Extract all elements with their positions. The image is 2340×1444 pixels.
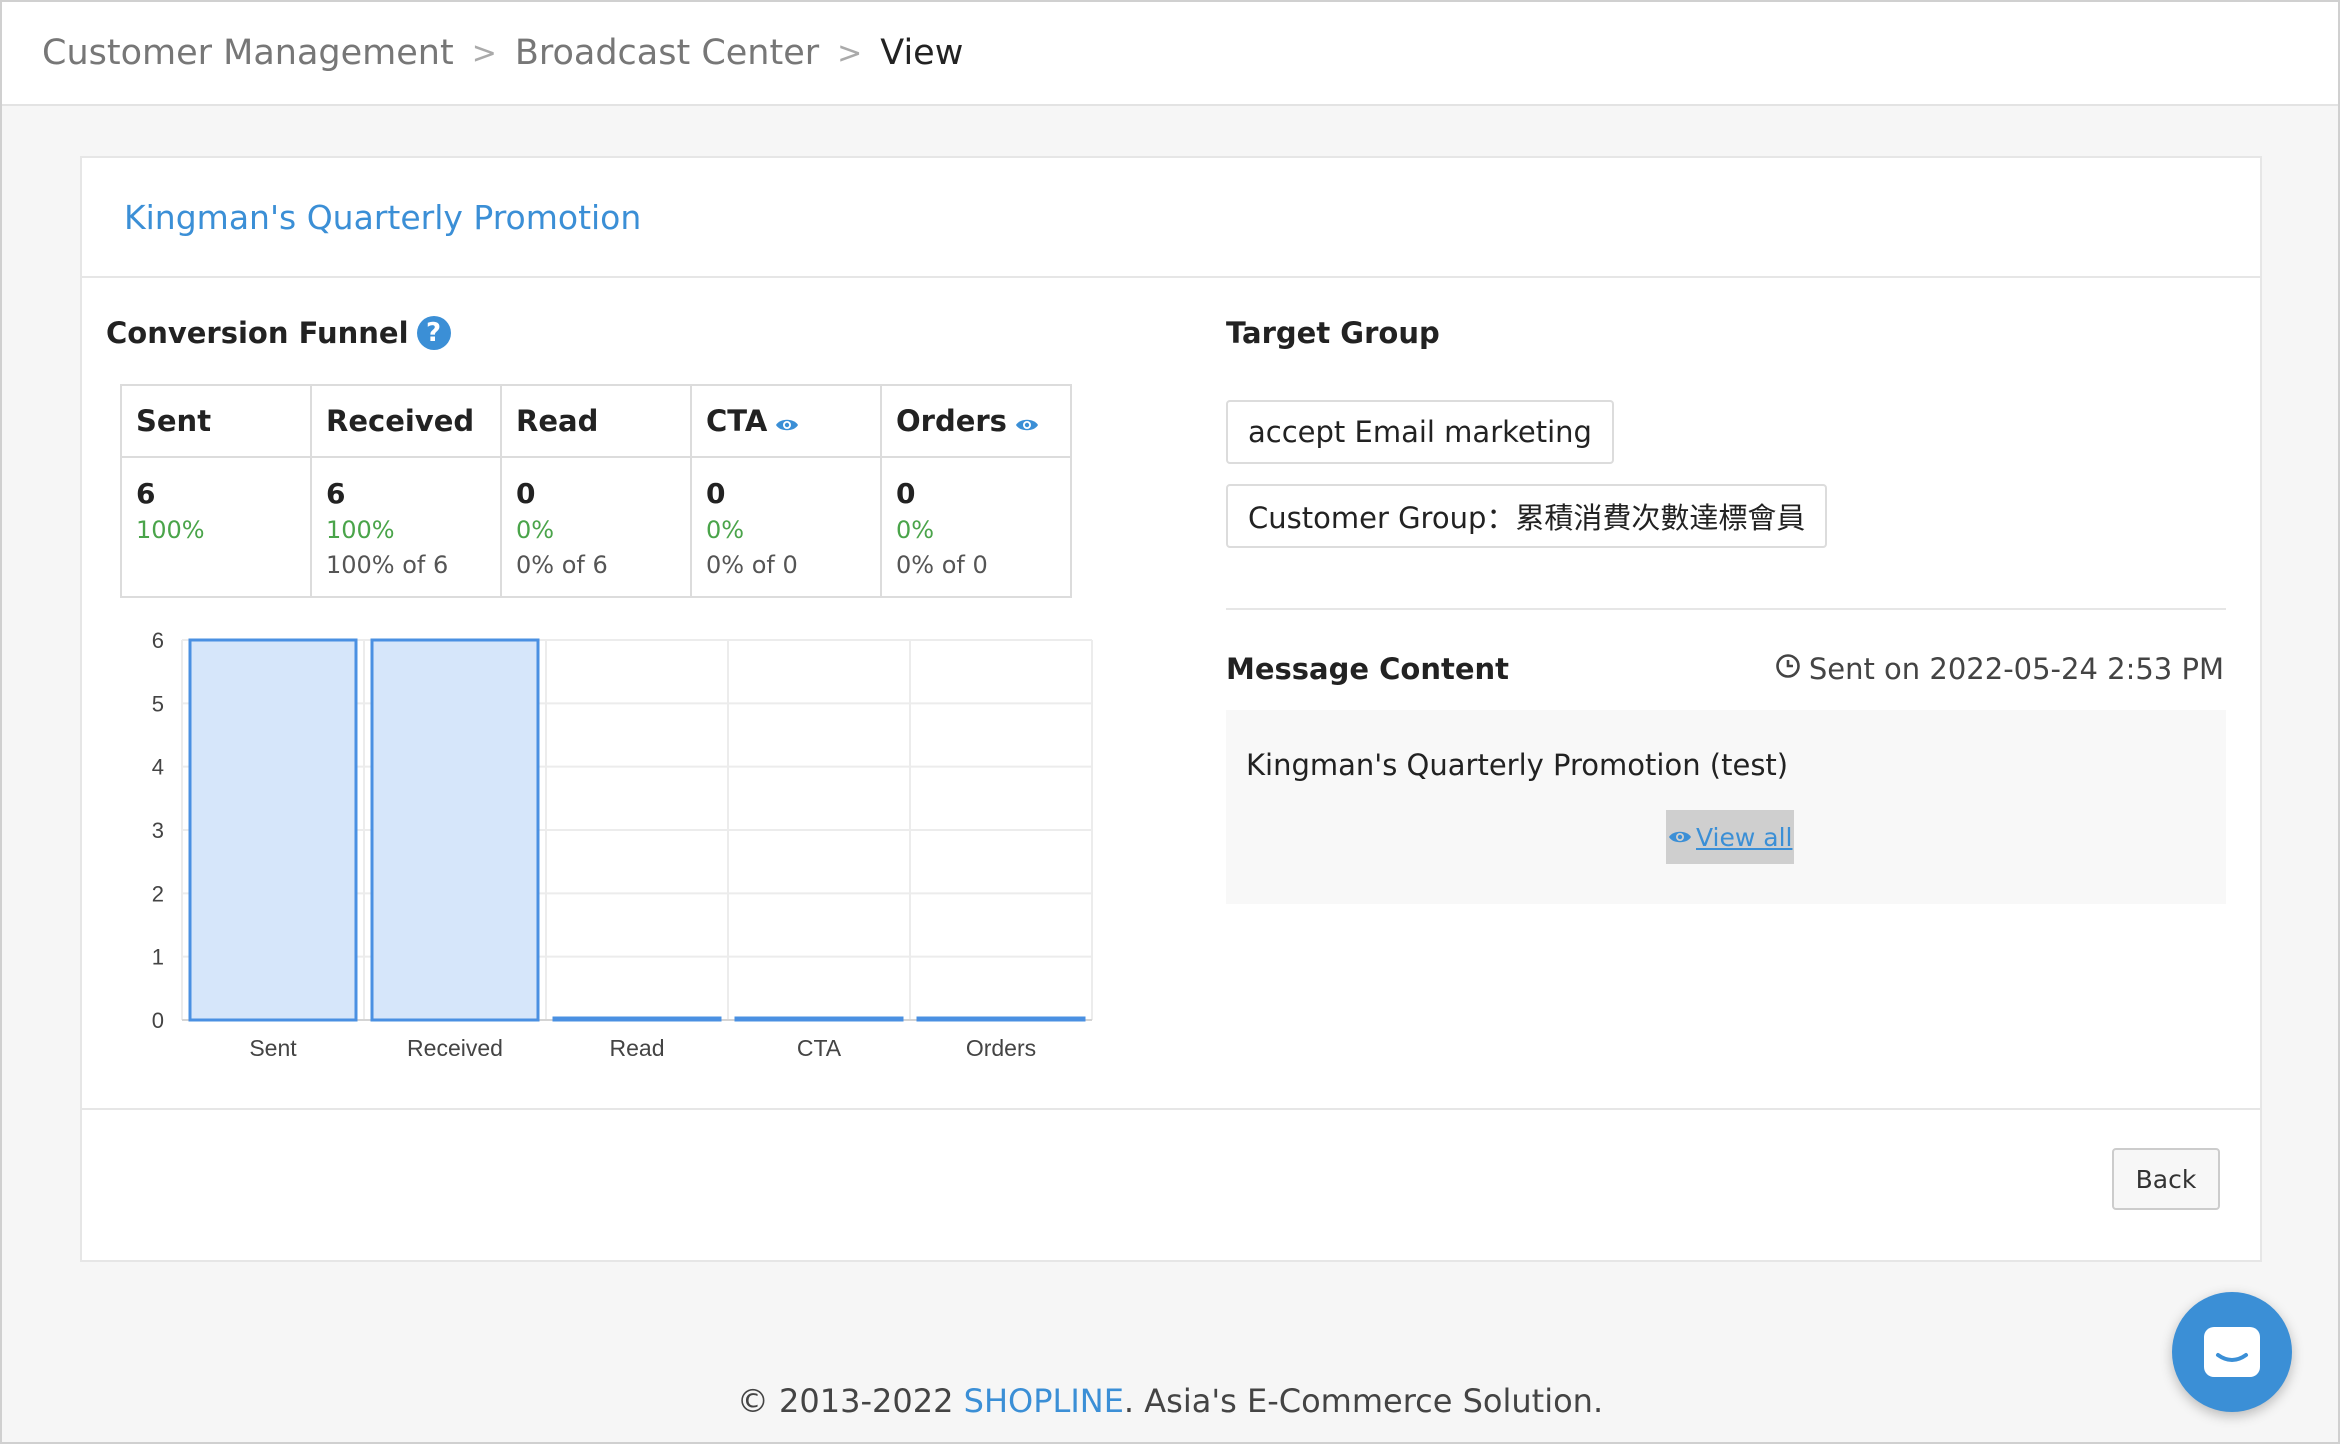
target-group-title: Target Group: [1226, 316, 1440, 350]
y-tick-label: 1: [152, 945, 164, 970]
section-divider: [1226, 608, 2226, 610]
footer-brand-link[interactable]: SHOPLINE: [964, 1382, 1124, 1420]
broadcast-detail-card: Kingman's Quarterly Promotion Conversion…: [80, 156, 2262, 1262]
message-text: Kingman's Quarterly Promotion (test): [1246, 748, 1789, 782]
view-all-link[interactable]: View all: [1666, 810, 1795, 864]
target-group-tag: Customer Group：累積消費次數達標會員: [1226, 484, 1828, 548]
funnel-percent: 100%: [136, 516, 205, 544]
funnel-sub: 0% of 6: [516, 551, 608, 579]
funnel-percent: 0%: [896, 516, 935, 544]
eye-icon: [1668, 829, 1692, 845]
footer-copyright: © 2013-2022: [736, 1382, 964, 1420]
funnel-header-received: Received: [310, 384, 502, 458]
eye-icon[interactable]: [1015, 406, 1039, 440]
funnel-count: 6: [136, 477, 156, 510]
funnel-count: 0: [516, 477, 536, 510]
funnel-header-read: Read: [500, 384, 692, 458]
footer-tagline: . Asia's E-Commerce Solution.: [1123, 1382, 1604, 1420]
funnel-sub: 0% of 0: [706, 551, 798, 579]
message-preview: Kingman's Quarterly Promotion (test) Vie…: [1226, 710, 2226, 904]
bar-orders: [916, 1016, 1086, 1022]
funnel-count: 0: [706, 477, 726, 510]
funnel-cell-cta: 0 0% 0% of 0: [690, 456, 882, 598]
message-content-heading: Message Content: [1226, 652, 1509, 686]
x-tick-label: Received: [407, 1035, 503, 1061]
eye-icon[interactable]: [775, 406, 799, 440]
target-group-heading: Target Group: [1226, 316, 1440, 350]
page-footer: © 2013-2022 SHOPLINE. Asia's E-Commerce …: [2, 1382, 2338, 1420]
breadcrumb: Customer Management > Broadcast Center >…: [2, 2, 2338, 106]
bar-received: [370, 638, 540, 1022]
funnel-header-orders: Orders: [880, 384, 1072, 458]
funnel-percent: 100%: [326, 516, 395, 544]
conversion-funnel-heading: Conversion Funnel ?: [106, 316, 451, 350]
conversion-funnel-chart: 0 1 2 3 4 5 6 Sent Received Read CTA Orders: [152, 628, 1093, 1061]
chevron-right-icon: >: [837, 35, 863, 71]
breadcrumb-current: View: [880, 33, 964, 73]
x-tick-label: Sent: [249, 1035, 297, 1061]
sent-on-text: Sent on 2022-05-24 2:53 PM: [1808, 652, 2224, 686]
funnel-cell-orders: 0 0% 0% of 0: [880, 456, 1072, 598]
clock-icon: [1775, 652, 1801, 686]
conversion-funnel-title: Conversion Funnel: [106, 316, 409, 350]
y-tick-label: 2: [152, 881, 164, 906]
message-content-title: Message Content: [1226, 652, 1510, 686]
card-footer-divider: [82, 1108, 2260, 1110]
y-tick-label: 6: [152, 628, 164, 653]
x-tick-label: Orders: [966, 1035, 1036, 1061]
view-all-label: View all: [1696, 822, 1793, 852]
bar-read: [552, 1016, 722, 1022]
bar-cta: [734, 1016, 904, 1022]
y-tick-label: 3: [152, 818, 164, 843]
funnel-count: 6: [326, 477, 346, 510]
breadcrumb-item-broadcast-center[interactable]: Broadcast Center: [515, 33, 819, 73]
card-header: Kingman's Quarterly Promotion: [82, 158, 2260, 278]
funnel-count: 0: [896, 477, 916, 510]
breadcrumb-item-customer-management[interactable]: Customer Management: [42, 33, 454, 73]
funnel-percent: 0%: [516, 516, 555, 544]
funnel-header-sent: Sent: [120, 384, 312, 458]
bar-sent: [188, 638, 358, 1022]
y-tick-label: 4: [152, 755, 164, 780]
funnel-cell-received: 6 100% 100% of 6: [310, 456, 502, 598]
chat-launcher-button[interactable]: [2172, 1292, 2292, 1412]
y-tick-label: 0: [152, 1008, 164, 1033]
funnel-sub: 100% of 6: [326, 551, 449, 579]
back-button[interactable]: Back: [2112, 1148, 2220, 1210]
chat-icon: [2202, 1325, 2262, 1379]
funnel-header-cta: CTA: [690, 384, 882, 458]
target-group-tag: accept Email marketing: [1226, 400, 1614, 464]
funnel-percent: 0%: [706, 516, 745, 544]
chevron-right-icon: >: [471, 35, 497, 71]
funnel-sub: 0% of 0: [896, 551, 988, 579]
funnel-cell-sent: 6 100%: [120, 456, 312, 598]
funnel-cell-read: 0 0% 0% of 6: [500, 456, 692, 598]
sent-on: Sent on 2022-05-24 2:53 PM: [1775, 652, 2224, 686]
page-title: Kingman's Quarterly Promotion: [124, 197, 642, 237]
y-tick-label: 5: [152, 691, 164, 716]
x-tick-label: CTA: [797, 1035, 842, 1061]
conversion-funnel-table: Sent Received Read CTA Orders 6 100% 6 1…: [120, 384, 1072, 598]
help-icon[interactable]: ?: [416, 316, 451, 350]
x-tick-label: Read: [610, 1035, 665, 1061]
